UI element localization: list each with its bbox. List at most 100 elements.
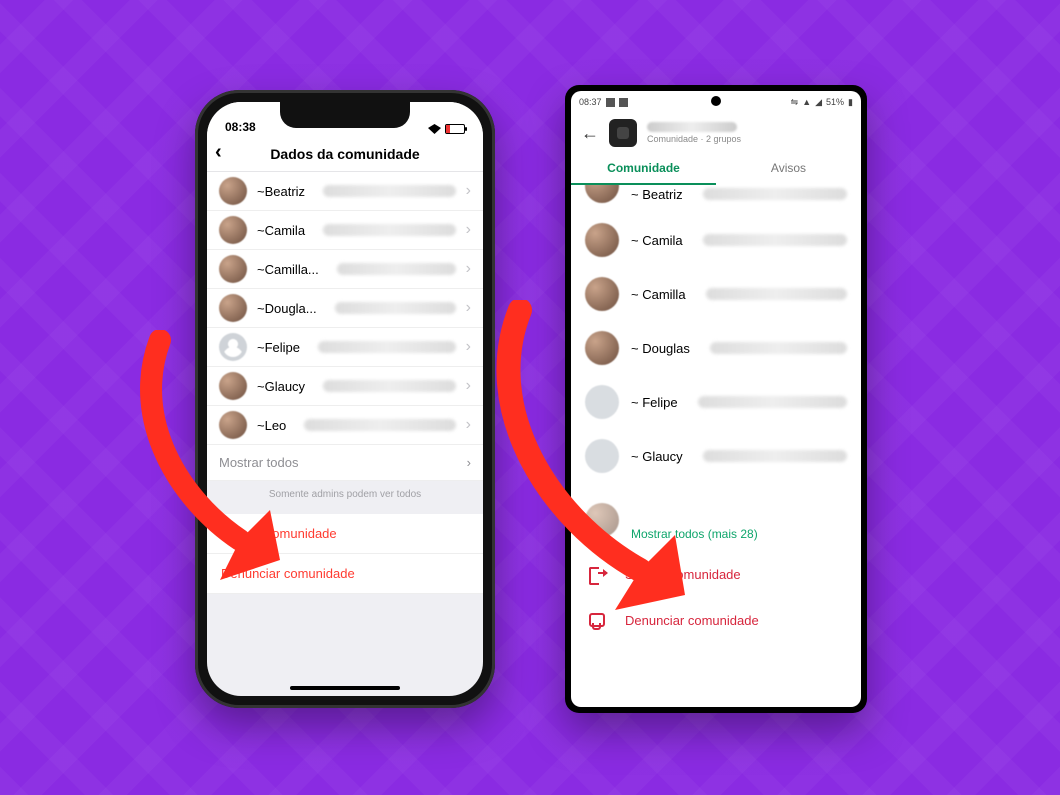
blurred-status	[706, 288, 847, 300]
chevron-right-icon: ›	[466, 377, 471, 395]
home-indicator[interactable]	[290, 686, 400, 690]
wifi-icon: ▲	[802, 97, 811, 107]
member-row[interactable]: ~ Felipe	[571, 375, 861, 429]
wifi-icon	[428, 124, 441, 134]
avatar	[585, 331, 619, 365]
avatar-placeholder-icon	[585, 385, 619, 419]
member-name: ~Leo	[257, 418, 286, 433]
battery-low-icon	[445, 124, 465, 134]
member-row[interactable]: ~Camila ›	[207, 211, 483, 250]
community-avatar-icon[interactable]	[609, 119, 637, 147]
chevron-right-icon: ›	[466, 221, 471, 239]
member-row[interactable]: ~Glaucy ›	[207, 367, 483, 406]
camera-punch-hole	[711, 96, 721, 106]
member-row[interactable]: ~ Camila	[571, 213, 861, 267]
chevron-right-icon: ›	[466, 299, 471, 317]
back-button[interactable]: ‹	[215, 142, 222, 162]
battery-text: 51%	[826, 97, 844, 107]
member-name: ~ Glaucy	[631, 449, 683, 464]
android-time: 08:37	[579, 97, 602, 107]
blurred-status	[323, 224, 456, 236]
android-member-list: ~ Beatriz ~ Camila ~ Camilla ~ Douglas ~	[571, 185, 861, 707]
iphone-notch	[280, 102, 410, 128]
android-screen: 08:37 ⇋ ▲ ◢ 51% ▮ ← Comunidade · 2 grupo…	[571, 91, 861, 707]
battery-icon: ▮	[848, 97, 853, 108]
avatar	[219, 372, 247, 400]
member-name: ~Camilla...	[257, 262, 319, 277]
member-name: ~ Camilla	[631, 287, 686, 302]
member-name: ~Dougla...	[257, 301, 317, 316]
avatar	[585, 185, 619, 203]
page-title: Dados da comunidade	[270, 146, 419, 162]
member-row[interactable]: ~Camilla... ›	[207, 250, 483, 289]
member-row[interactable]: ~Dougla... ›	[207, 289, 483, 328]
member-name: ~ Beatriz	[631, 187, 683, 202]
thumbs-down-icon	[589, 611, 607, 629]
signal-icon: ◢	[815, 97, 822, 108]
chevron-right-icon: ›	[466, 416, 471, 434]
member-name: ~ Camila	[631, 233, 683, 248]
admin-note: Somente admins podem ver todos	[207, 481, 483, 514]
blurred-status	[337, 263, 456, 275]
tab-community[interactable]: Comunidade	[571, 153, 716, 185]
show-all-label: Mostrar todos	[219, 455, 298, 470]
avatar-placeholder-icon	[585, 439, 619, 473]
member-row[interactable]: ~Felipe ›	[207, 328, 483, 367]
blurred-status	[703, 234, 847, 246]
blurred-status	[703, 450, 847, 462]
member-name: ~Felipe	[257, 340, 300, 355]
back-button[interactable]: ←	[581, 123, 599, 144]
member-name: ~ Felipe	[631, 395, 678, 410]
ios-actions-block: Sair da comunidade Denunciar comunidade	[207, 514, 483, 594]
avatar-placeholder-icon	[219, 333, 247, 361]
android-device: 08:37 ⇋ ▲ ◢ 51% ▮ ← Comunidade · 2 grupo…	[565, 85, 867, 713]
blurred-status	[698, 396, 847, 408]
blurred-status	[335, 302, 456, 314]
tabs: Comunidade Avisos	[571, 153, 861, 185]
chevron-right-icon: ›	[466, 260, 471, 278]
blurred-status	[323, 185, 456, 197]
blurred-community-name	[647, 122, 737, 132]
blurred-status	[710, 342, 847, 354]
blurred-status	[304, 419, 455, 431]
member-row[interactable]: ~Leo ›	[207, 406, 483, 445]
leave-community-button[interactable]: Sair da comunidade	[571, 551, 861, 597]
chevron-right-icon: ›	[466, 338, 471, 356]
show-all-button[interactable]: Mostrar todos ›	[207, 445, 483, 481]
avatar	[219, 411, 247, 439]
tab-notices[interactable]: Avisos	[716, 153, 861, 185]
member-row[interactable]: ~ Beatriz	[571, 185, 861, 213]
blurred-status	[323, 380, 456, 392]
avatar	[585, 503, 619, 537]
ios-time: 08:38	[225, 120, 256, 134]
chevron-right-icon: ›	[466, 182, 471, 200]
avatar	[585, 223, 619, 257]
member-row[interactable]: ~ Douglas	[571, 321, 861, 375]
member-row[interactable]: ~ Leo	[571, 483, 861, 527]
report-community-button[interactable]: Denunciar comunidade	[571, 597, 861, 643]
blurred-status	[318, 341, 456, 353]
notification-icon	[619, 98, 628, 107]
iphone-screen: 08:38 ‹ Dados da comunidade ~Beatriz › ~…	[207, 102, 483, 696]
iphone-device: 08:38 ‹ Dados da comunidade ~Beatriz › ~…	[195, 90, 495, 708]
member-name: ~ Douglas	[631, 341, 690, 356]
header-titles[interactable]: Comunidade · 2 grupos	[647, 122, 741, 144]
ios-header: ‹ Dados da comunidade	[207, 136, 483, 172]
member-row[interactable]: ~Beatriz ›	[207, 172, 483, 211]
android-header: ← Comunidade · 2 grupos	[571, 113, 861, 153]
avatar	[219, 177, 247, 205]
member-row[interactable]: ~ Camilla	[571, 267, 861, 321]
leave-community-button[interactable]: Sair da comunidade	[207, 514, 483, 554]
avatar	[585, 277, 619, 311]
avatar	[219, 255, 247, 283]
notification-icon	[606, 98, 615, 107]
nfc-icon: ⇋	[791, 97, 799, 108]
exit-icon	[589, 565, 607, 583]
blurred-status	[703, 188, 847, 200]
member-row[interactable]: ~ Glaucy	[571, 429, 861, 483]
ios-member-list: ~Beatriz › ~Camila › ~Camilla... › ~Doug…	[207, 172, 483, 481]
report-community-button[interactable]: Denunciar comunidade	[207, 554, 483, 594]
leave-label: Sair da comunidade	[625, 567, 741, 582]
member-name: ~Glaucy	[257, 379, 305, 394]
member-name: ~Beatriz	[257, 184, 305, 199]
